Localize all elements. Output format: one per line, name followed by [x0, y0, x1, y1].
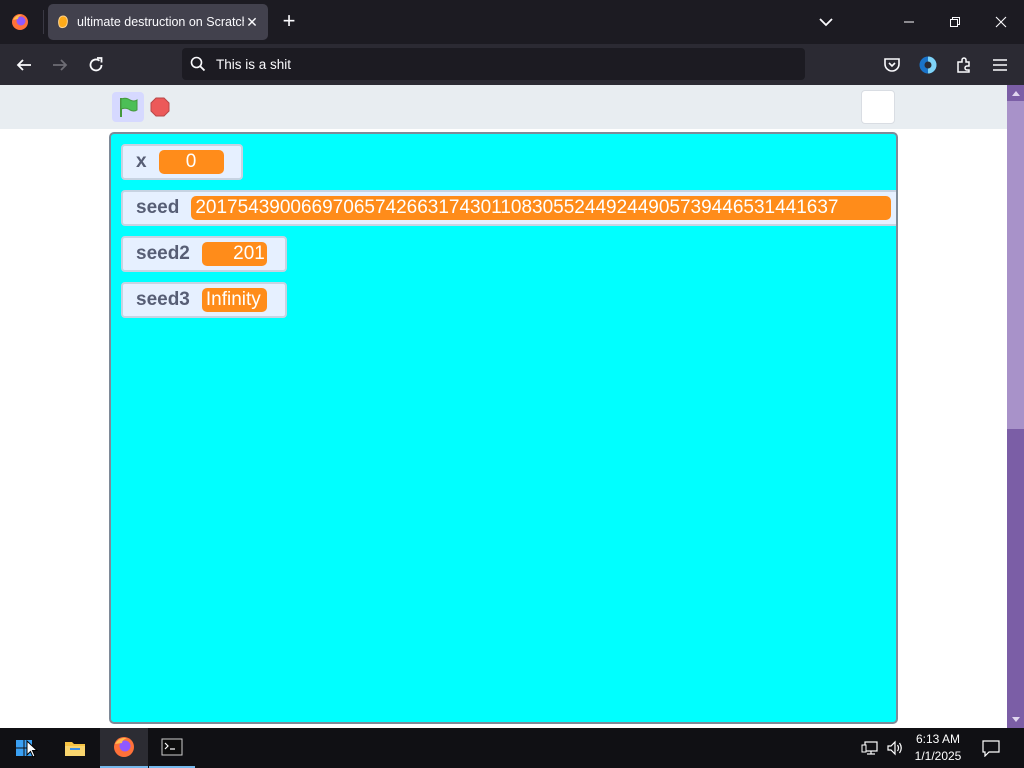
back-icon[interactable] [11, 52, 37, 78]
tab-active[interactable]: ultimate destruction on Scratch ✕ [48, 4, 268, 40]
url-text: This is a shit [216, 56, 292, 72]
page-content: x 0 seed 2017543900669706574266317430110… [0, 85, 1007, 728]
search-icon [190, 56, 206, 72]
stage[interactable]: x 0 seed 2017543900669706574266317430110… [109, 132, 898, 724]
monitor-label: seed3 [136, 289, 190, 310]
terminal-icon [161, 738, 183, 756]
variable-monitor-seed3: seed3 Infinity [121, 282, 287, 318]
monitor-value: Infinity [201, 288, 267, 312]
volume-icon[interactable] [883, 728, 907, 768]
taskbar: 6:13 AM 1/1/2025 [0, 728, 1024, 768]
scrollbar-track-upper[interactable] [1007, 101, 1024, 429]
scroll-down-arrow-icon[interactable] [1007, 712, 1024, 728]
variable-monitor-seed2: seed2 201 [121, 236, 287, 272]
close-tab-icon[interactable]: ✕ [244, 14, 260, 31]
taskbar-terminal[interactable] [149, 728, 195, 768]
extensions-icon[interactable] [951, 52, 977, 78]
tab-title: ultimate destruction on Scratch [77, 15, 244, 29]
clock-date: 1/1/2025 [914, 749, 962, 763]
monitor-label: seed [136, 197, 180, 218]
system-clock[interactable]: 6:13 AM 1/1/2025 [906, 731, 970, 765]
variable-monitor-seed: seed 20175439006697065742663174301108305… [121, 190, 896, 226]
close-window-icon[interactable] [978, 0, 1024, 44]
green-flag-button[interactable] [112, 92, 144, 122]
monitor-value: 201 [201, 242, 267, 266]
clock-time: 6:13 AM [915, 732, 961, 746]
taskbar-file-explorer[interactable] [51, 728, 99, 768]
reload-icon[interactable] [83, 52, 109, 78]
extension-circle-icon[interactable] [915, 52, 941, 78]
stage-header [0, 85, 1007, 129]
scroll-up-arrow-icon[interactable] [1007, 85, 1024, 101]
taskbar-firefox[interactable] [100, 728, 148, 768]
monitor-value: 0 [158, 150, 224, 174]
firefox-icon [114, 737, 134, 757]
url-bar[interactable]: This is a shit [182, 48, 805, 80]
start-button[interactable] [0, 728, 48, 768]
fullscreen-button[interactable] [861, 90, 895, 124]
stop-sign-icon [150, 97, 170, 117]
green-flag-icon [120, 97, 138, 117]
navigation-bar: This is a shit [0, 44, 1024, 85]
firefox-menu-icon[interactable] [8, 10, 32, 34]
notifications-icon[interactable] [976, 728, 1006, 768]
tab-separator [43, 10, 44, 34]
folder-icon [65, 742, 85, 756]
pocket-icon[interactable] [879, 52, 905, 78]
minimize-icon[interactable] [886, 0, 932, 44]
monitor-label: x [136, 151, 147, 172]
network-icon[interactable] [858, 728, 882, 768]
restore-icon[interactable] [932, 0, 978, 44]
list-all-tabs-icon[interactable] [814, 12, 838, 32]
page-scrollbar[interactable] [1007, 85, 1024, 728]
tab-bar: ultimate destruction on Scratch ✕ + [0, 0, 1024, 44]
menu-icon[interactable] [987, 52, 1013, 78]
monitor-value: 2017543900669706574266317430110830552449… [191, 196, 892, 220]
stop-button[interactable] [150, 97, 170, 117]
monitor-label: seed2 [136, 243, 190, 264]
new-tab-icon[interactable]: + [277, 10, 301, 34]
variable-monitor-x: x 0 [121, 144, 243, 180]
mouse-cursor-icon [26, 740, 38, 758]
forward-icon[interactable] [47, 52, 73, 78]
scratch-favicon-icon [56, 14, 70, 30]
